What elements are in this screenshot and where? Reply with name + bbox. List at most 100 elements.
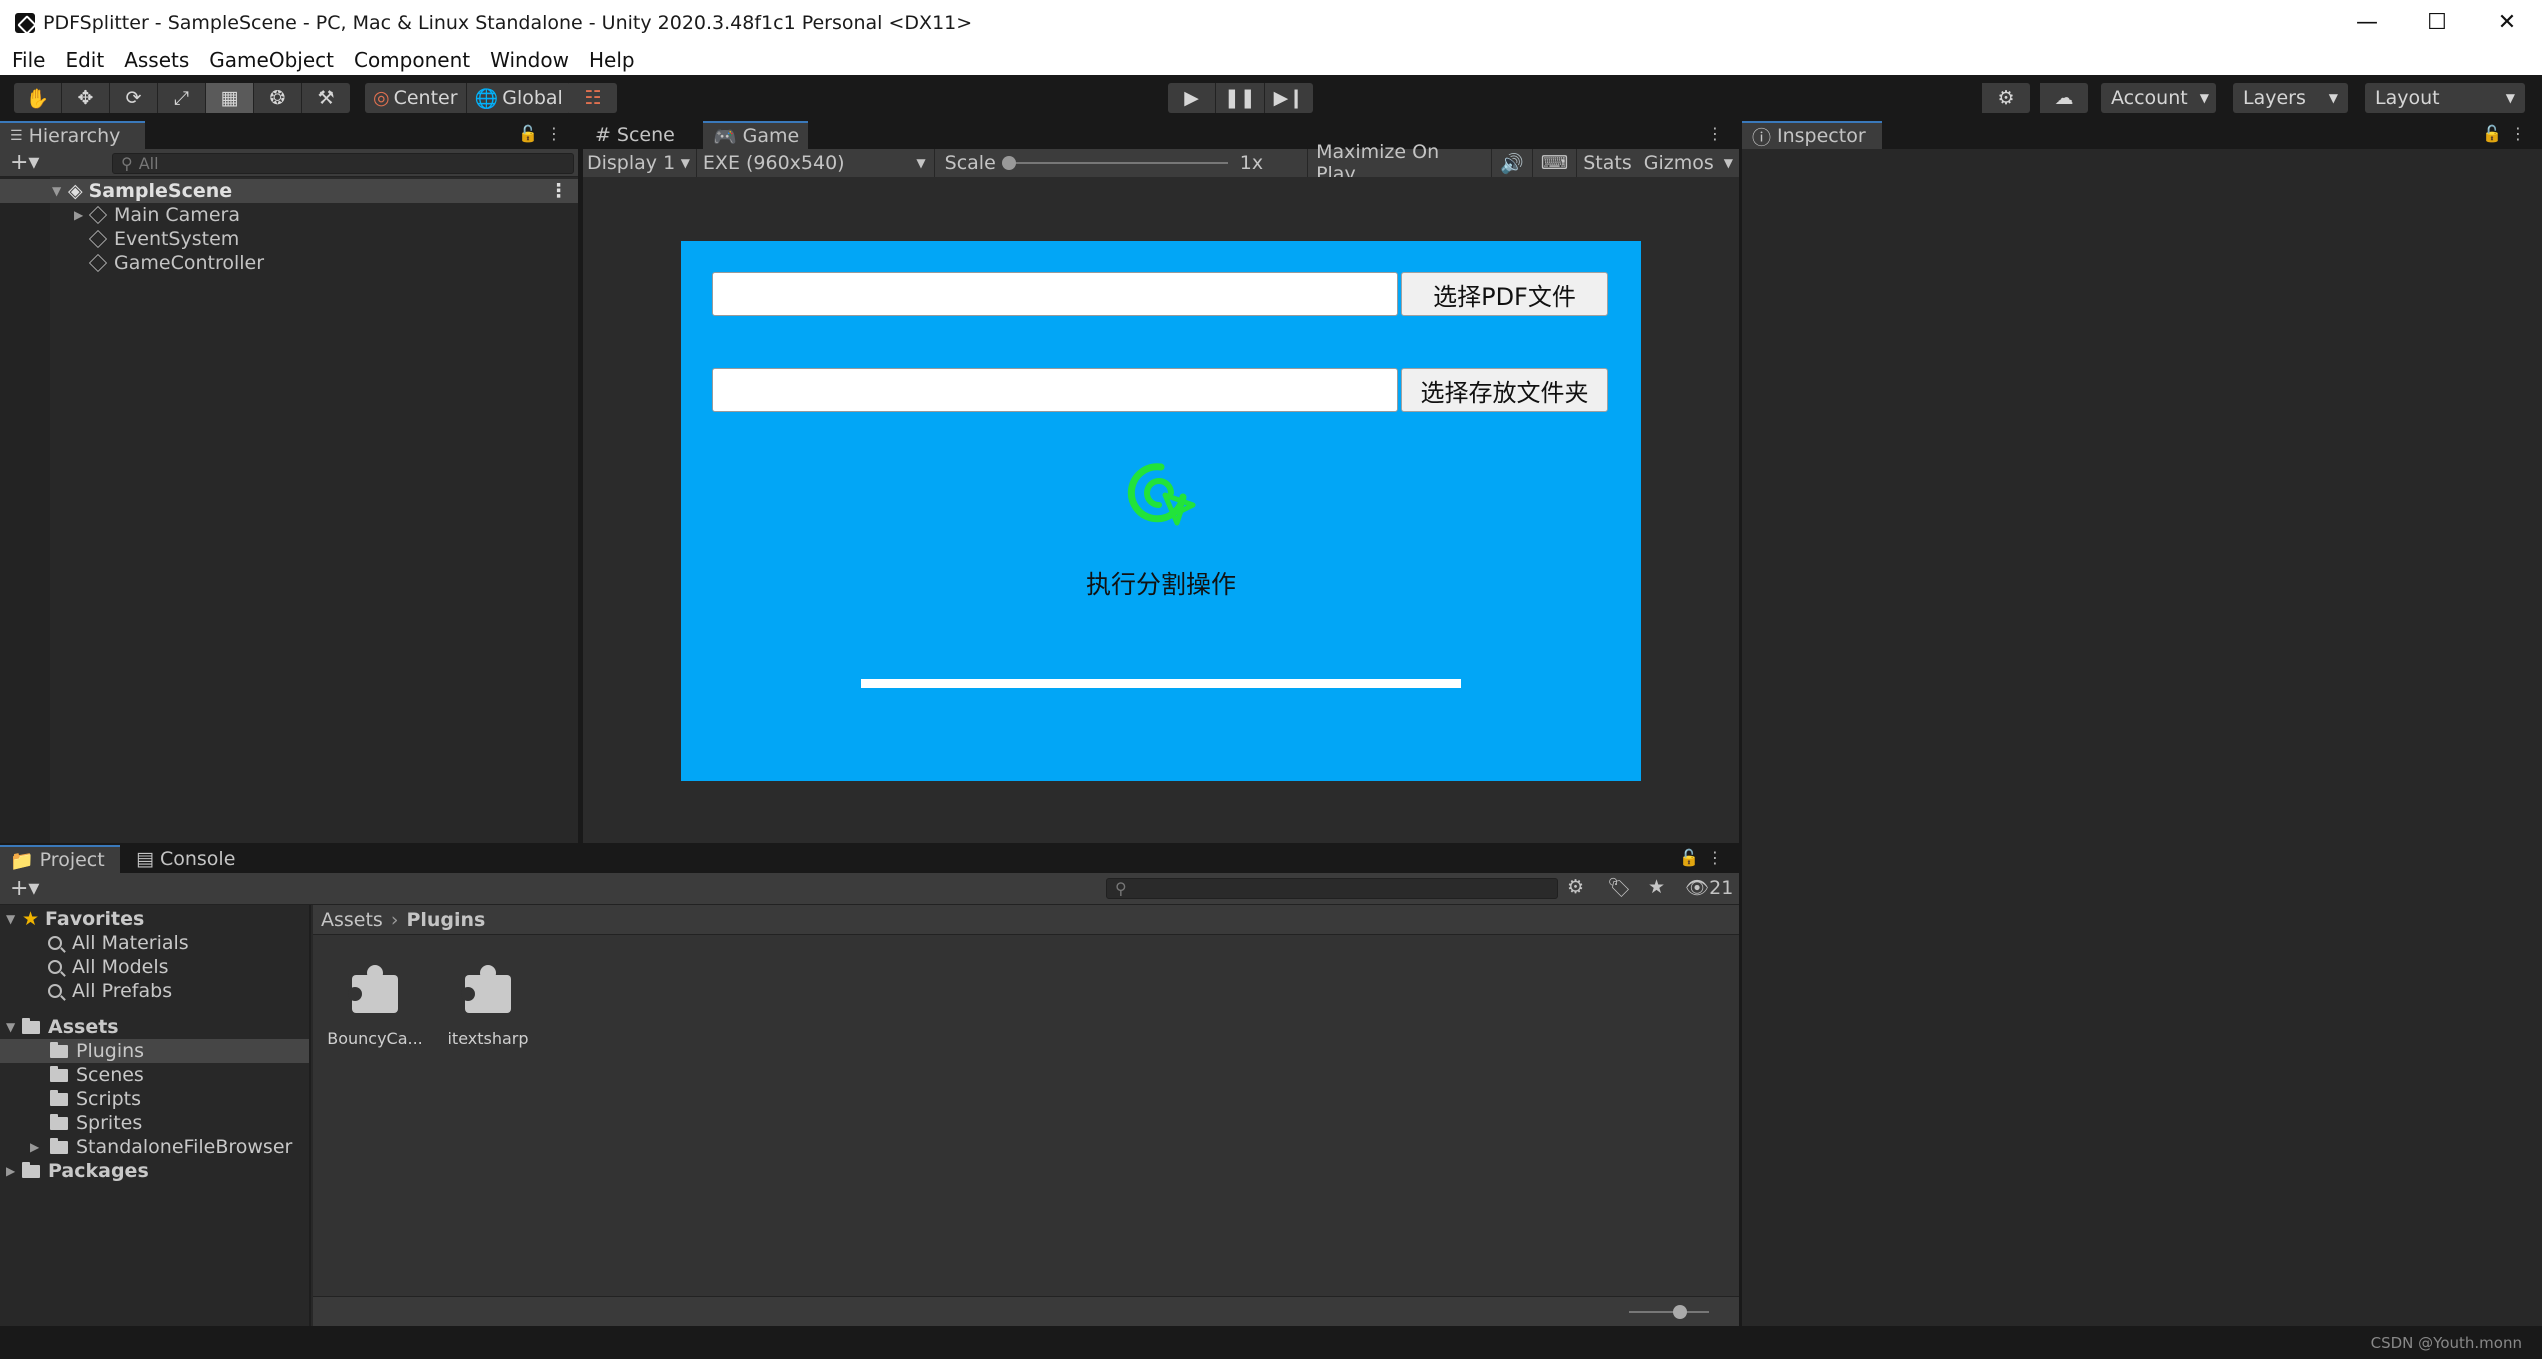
favorite-all-models[interactable]: All Models (0, 955, 309, 979)
favorite-all-materials[interactable]: All Materials (0, 931, 309, 955)
scale-thumb[interactable] (1001, 156, 1016, 170)
click-cursor-icon (1127, 463, 1196, 526)
select-pdf-button[interactable]: 选择PDF文件 (1401, 272, 1608, 316)
menu-edit[interactable]: Edit (55, 48, 114, 72)
breadcrumb-plugins[interactable]: Plugins (406, 909, 485, 931)
scale-slider[interactable]: Scale 1x (935, 149, 1309, 177)
mute-audio-button[interactable]: 🔊 (1492, 149, 1533, 177)
scene-menu-icon[interactable]: ⋮ (549, 180, 568, 202)
stats-toggle[interactable]: Stats (1577, 149, 1638, 177)
hierarchy-item[interactable]: EventSystem (0, 227, 578, 251)
rotate-tool-icon[interactable]: ⟳ (110, 83, 158, 113)
account-dropdown[interactable]: Account ▼ (2101, 83, 2216, 113)
add-object-button[interactable]: +▾ (10, 150, 39, 175)
folder-icon (50, 1041, 68, 1058)
hand-tool-icon[interactable]: ✋ (14, 83, 62, 113)
collab-button[interactable]: ⚙ (1982, 83, 2030, 113)
cloud-button[interactable]: ☁ (2040, 83, 2088, 113)
pivot-icon: ◎ (373, 87, 390, 109)
maximize-button[interactable]: ☐ (2402, 0, 2472, 45)
folder-sprites[interactable]: Sprites (0, 1111, 309, 1135)
hierarchy-search-input[interactable]: ⚲ All (112, 153, 574, 174)
menu-component[interactable]: Component (344, 48, 480, 72)
gameobject-icon (88, 205, 108, 225)
folder-scenes[interactable]: Scenes (0, 1063, 309, 1087)
hierarchy-scene-row[interactable]: ▼ ◈ SampleScene ⋮ (0, 179, 578, 203)
search-icon: ⚲ (121, 154, 133, 173)
menu-assets[interactable]: Assets (114, 48, 199, 72)
unity-logo-icon (15, 12, 35, 33)
pivot-global-button[interactable]: 🌐 Global (466, 83, 571, 113)
tab-console[interactable]: ▤ Console (126, 845, 256, 873)
icon-size-thumb[interactable] (1673, 1305, 1687, 1319)
pause-button[interactable]: ❚❚ (1216, 83, 1265, 113)
gizmos-toggle[interactable]: Gizmos ▼ (1638, 149, 1739, 177)
folder-scripts[interactable]: Scripts (0, 1087, 309, 1111)
tab-hierarchy[interactable]: ☰ Hierarchy (0, 121, 145, 149)
panel-menu-icon[interactable]: ⋮ (1707, 124, 1731, 143)
hierarchy-item[interactable]: GameController (0, 251, 578, 275)
transform-tool-icon[interactable]: ❂ (254, 83, 302, 113)
panel-menu-icon[interactable]: 🔓⋮ (2482, 124, 2534, 143)
tab-inspector[interactable]: ⓘ Inspector (1742, 121, 1882, 149)
asset-item[interactable]: BouncyCa... (325, 955, 425, 1048)
collapse-arrow-icon[interactable]: ▶ (30, 1140, 46, 1154)
pivot-center-button[interactable]: ◎ Center (365, 83, 467, 113)
layers-dropdown[interactable]: Layers ▼ (2233, 83, 2348, 113)
favorite-all-prefabs[interactable]: All Prefabs (0, 979, 309, 1003)
move-tool-icon[interactable]: ✥ (62, 83, 110, 113)
favorites-header[interactable]: ▼ ★ Favorites (0, 907, 309, 931)
asset-item[interactable]: itextsharp (438, 955, 538, 1048)
snap-grid-button[interactable]: ☷ (569, 83, 617, 113)
packages-header[interactable]: ▶ Packages (0, 1159, 309, 1183)
chevron-down-icon: ▼ (2505, 91, 2515, 105)
menu-window[interactable]: Window (480, 48, 579, 72)
collapse-arrow-icon[interactable]: ▶ (74, 208, 90, 222)
scale-tool-icon[interactable]: ⤢ (158, 83, 206, 113)
folder-plugins[interactable]: Plugins (0, 1039, 309, 1063)
breadcrumb-assets[interactable]: Assets (321, 909, 383, 931)
minimize-button[interactable]: — (2332, 0, 2402, 45)
panel-menu-icon[interactable]: 🔓⋮ (1679, 848, 1731, 867)
maximize-on-play-toggle[interactable]: Maximize On Play (1308, 141, 1493, 185)
project-search-input[interactable]: ⚲ (1106, 878, 1558, 899)
expand-arrow-icon[interactable]: ▼ (6, 912, 22, 926)
panel-menu-icon[interactable]: 🔓⋮ (518, 124, 570, 143)
folder-path-input[interactable] (712, 368, 1398, 412)
search-by-label-icon[interactable]: 🏷 (1607, 876, 1631, 899)
settings-icon: ⚙ (1997, 87, 2015, 109)
icon-size-slider[interactable] (1629, 1305, 1709, 1319)
menu-help[interactable]: Help (579, 48, 645, 72)
shortcuts-button[interactable]: ⌨ (1533, 149, 1578, 177)
project-footer (313, 1296, 1739, 1326)
display-dropdown[interactable]: Display 1 ▼ (583, 149, 697, 177)
create-asset-button[interactable]: +▾ (10, 876, 39, 901)
pdf-path-input[interactable] (712, 272, 1398, 316)
layout-dropdown[interactable]: Layout ▼ (2365, 83, 2525, 113)
tab-scene[interactable]: # Scene (585, 121, 700, 149)
tab-game[interactable]: 🎮 Game (703, 121, 808, 149)
menu-gameobject[interactable]: GameObject (199, 48, 344, 72)
globe-icon: 🌐 (474, 87, 499, 110)
rect-tool-icon[interactable]: ▦ (206, 83, 254, 113)
play-button[interactable]: ▶ (1168, 83, 1216, 113)
assets-header[interactable]: ▼ Assets (0, 1015, 309, 1039)
custom-tool-icon[interactable]: ⚒ (302, 83, 350, 113)
resolution-dropdown[interactable]: EXE (960x540) ▼ (697, 149, 935, 177)
cloud-icon: ☁ (2054, 87, 2074, 109)
folder-standalonefilebrowser[interactable]: ▶ StandaloneFileBrowser (0, 1135, 309, 1159)
tab-project[interactable]: 📁 Project (0, 845, 120, 873)
expand-arrow-icon[interactable]: ▼ (6, 1020, 22, 1034)
execute-split-button[interactable] (1121, 453, 1201, 533)
favorite-star-icon[interactable]: ★ (1648, 876, 1665, 898)
menu-file[interactable]: File (0, 48, 55, 72)
collapse-arrow-icon[interactable]: ▶ (6, 1164, 22, 1178)
search-icon: ⚲ (1115, 879, 1127, 898)
step-button[interactable]: ▶❙ (1264, 83, 1313, 113)
expand-arrow-icon[interactable]: ▼ (52, 184, 68, 198)
hidden-packages-toggle[interactable]: 👁 21 (1685, 876, 1733, 900)
search-by-type-icon[interactable]: ⚙ (1567, 876, 1584, 898)
hierarchy-item[interactable]: ▶ Main Camera (0, 203, 578, 227)
select-folder-button[interactable]: 选择存放文件夹 (1401, 368, 1608, 412)
close-button[interactable]: ✕ (2472, 0, 2542, 45)
